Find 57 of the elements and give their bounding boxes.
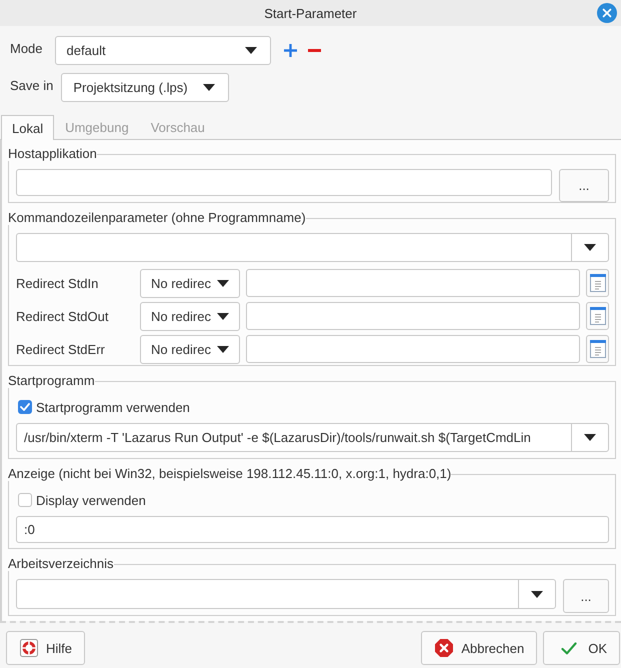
window-title: Start-Parameter [264, 6, 357, 20]
working-directory-field[interactable] [16, 579, 518, 609]
caret-icon [217, 346, 229, 353]
caret-icon [203, 84, 216, 91]
redirect-dropdown[interactable]: No redirec [140, 302, 240, 331]
dropdown-button[interactable] [571, 423, 609, 452]
redirect-label: Redirect StdErr [16, 342, 106, 357]
checkbox-label[interactable]: Startprogramm verwenden [36, 400, 190, 414]
redirect-dropdown[interactable]: No redirec [140, 269, 240, 298]
caret-icon [217, 280, 229, 287]
cancel-icon [435, 639, 454, 657]
document-icon [590, 274, 606, 292]
checkbox-label[interactable]: Display verwenden [36, 492, 146, 508]
save-in-label: Save in [10, 77, 54, 93]
redirect-label: Redirect StdIn [16, 276, 100, 291]
caret-icon [217, 313, 229, 320]
document-icon [590, 307, 606, 325]
dropdown-button[interactable] [518, 579, 556, 609]
minus-icon[interactable] [308, 49, 321, 52]
command-line-field[interactable] [16, 233, 571, 262]
mode-dropdown[interactable]: default [54, 36, 271, 65]
redirect-file-field[interactable] [246, 335, 580, 363]
tab[interactable]: Lokal [1, 115, 54, 140]
checkbox[interactable] [18, 493, 32, 507]
dropdown-button[interactable] [571, 233, 609, 262]
checkbox[interactable] [18, 400, 32, 414]
display-field[interactable]: :0 [16, 516, 609, 543]
group-caption: Hostapplikation [8, 147, 97, 161]
help-button[interactable]: Hilfe [6, 631, 86, 665]
launcher-command-field[interactable]: /usr/bin/xterm -T 'Lazarus Run Output' -e $(LazarusDir)/tools/runwait.sh $(TargetCmdLin [16, 423, 571, 452]
lifebuoy-icon [20, 639, 38, 657]
ok-button[interactable]: OK [543, 631, 620, 665]
browse-button[interactable]: ... [559, 169, 609, 202]
file-button[interactable] [586, 269, 609, 297]
close-icon[interactable] [597, 3, 617, 23]
file-button[interactable] [586, 335, 609, 363]
caret-icon [584, 434, 596, 441]
redirect-dropdown[interactable]: No redirec [140, 335, 240, 364]
redirect-file-field[interactable] [246, 302, 580, 330]
file-button[interactable] [586, 302, 609, 330]
group-caption: Startprogramm [8, 374, 95, 388]
group-caption: Kommandozeilenparameter (ohne Programmname) [8, 211, 306, 225]
caret-icon [584, 244, 596, 251]
browse-button[interactable]: ... [563, 579, 609, 613]
checkmark-icon [561, 642, 578, 654]
redirect-label: Redirect StdOut [16, 309, 110, 324]
mode-label: Mode [10, 40, 43, 56]
cancel-button[interactable]: Abbrechen [421, 631, 538, 665]
host-application-field[interactable] [16, 169, 552, 196]
group-caption: Arbeitsverzeichnis [8, 557, 114, 571]
redirect-file-field[interactable] [246, 269, 580, 297]
group-caption: Anzeige (nicht bei Win32, beispielsweise 198.112.45.11:0, x.org:1, hydra:0,1) [8, 467, 452, 481]
document-icon [590, 340, 606, 358]
save-in-dropdown[interactable]: Projektsitzung (.lps) [61, 73, 230, 102]
caret-icon [244, 47, 257, 54]
plus-icon[interactable] [284, 44, 297, 57]
caret-icon [531, 590, 543, 598]
